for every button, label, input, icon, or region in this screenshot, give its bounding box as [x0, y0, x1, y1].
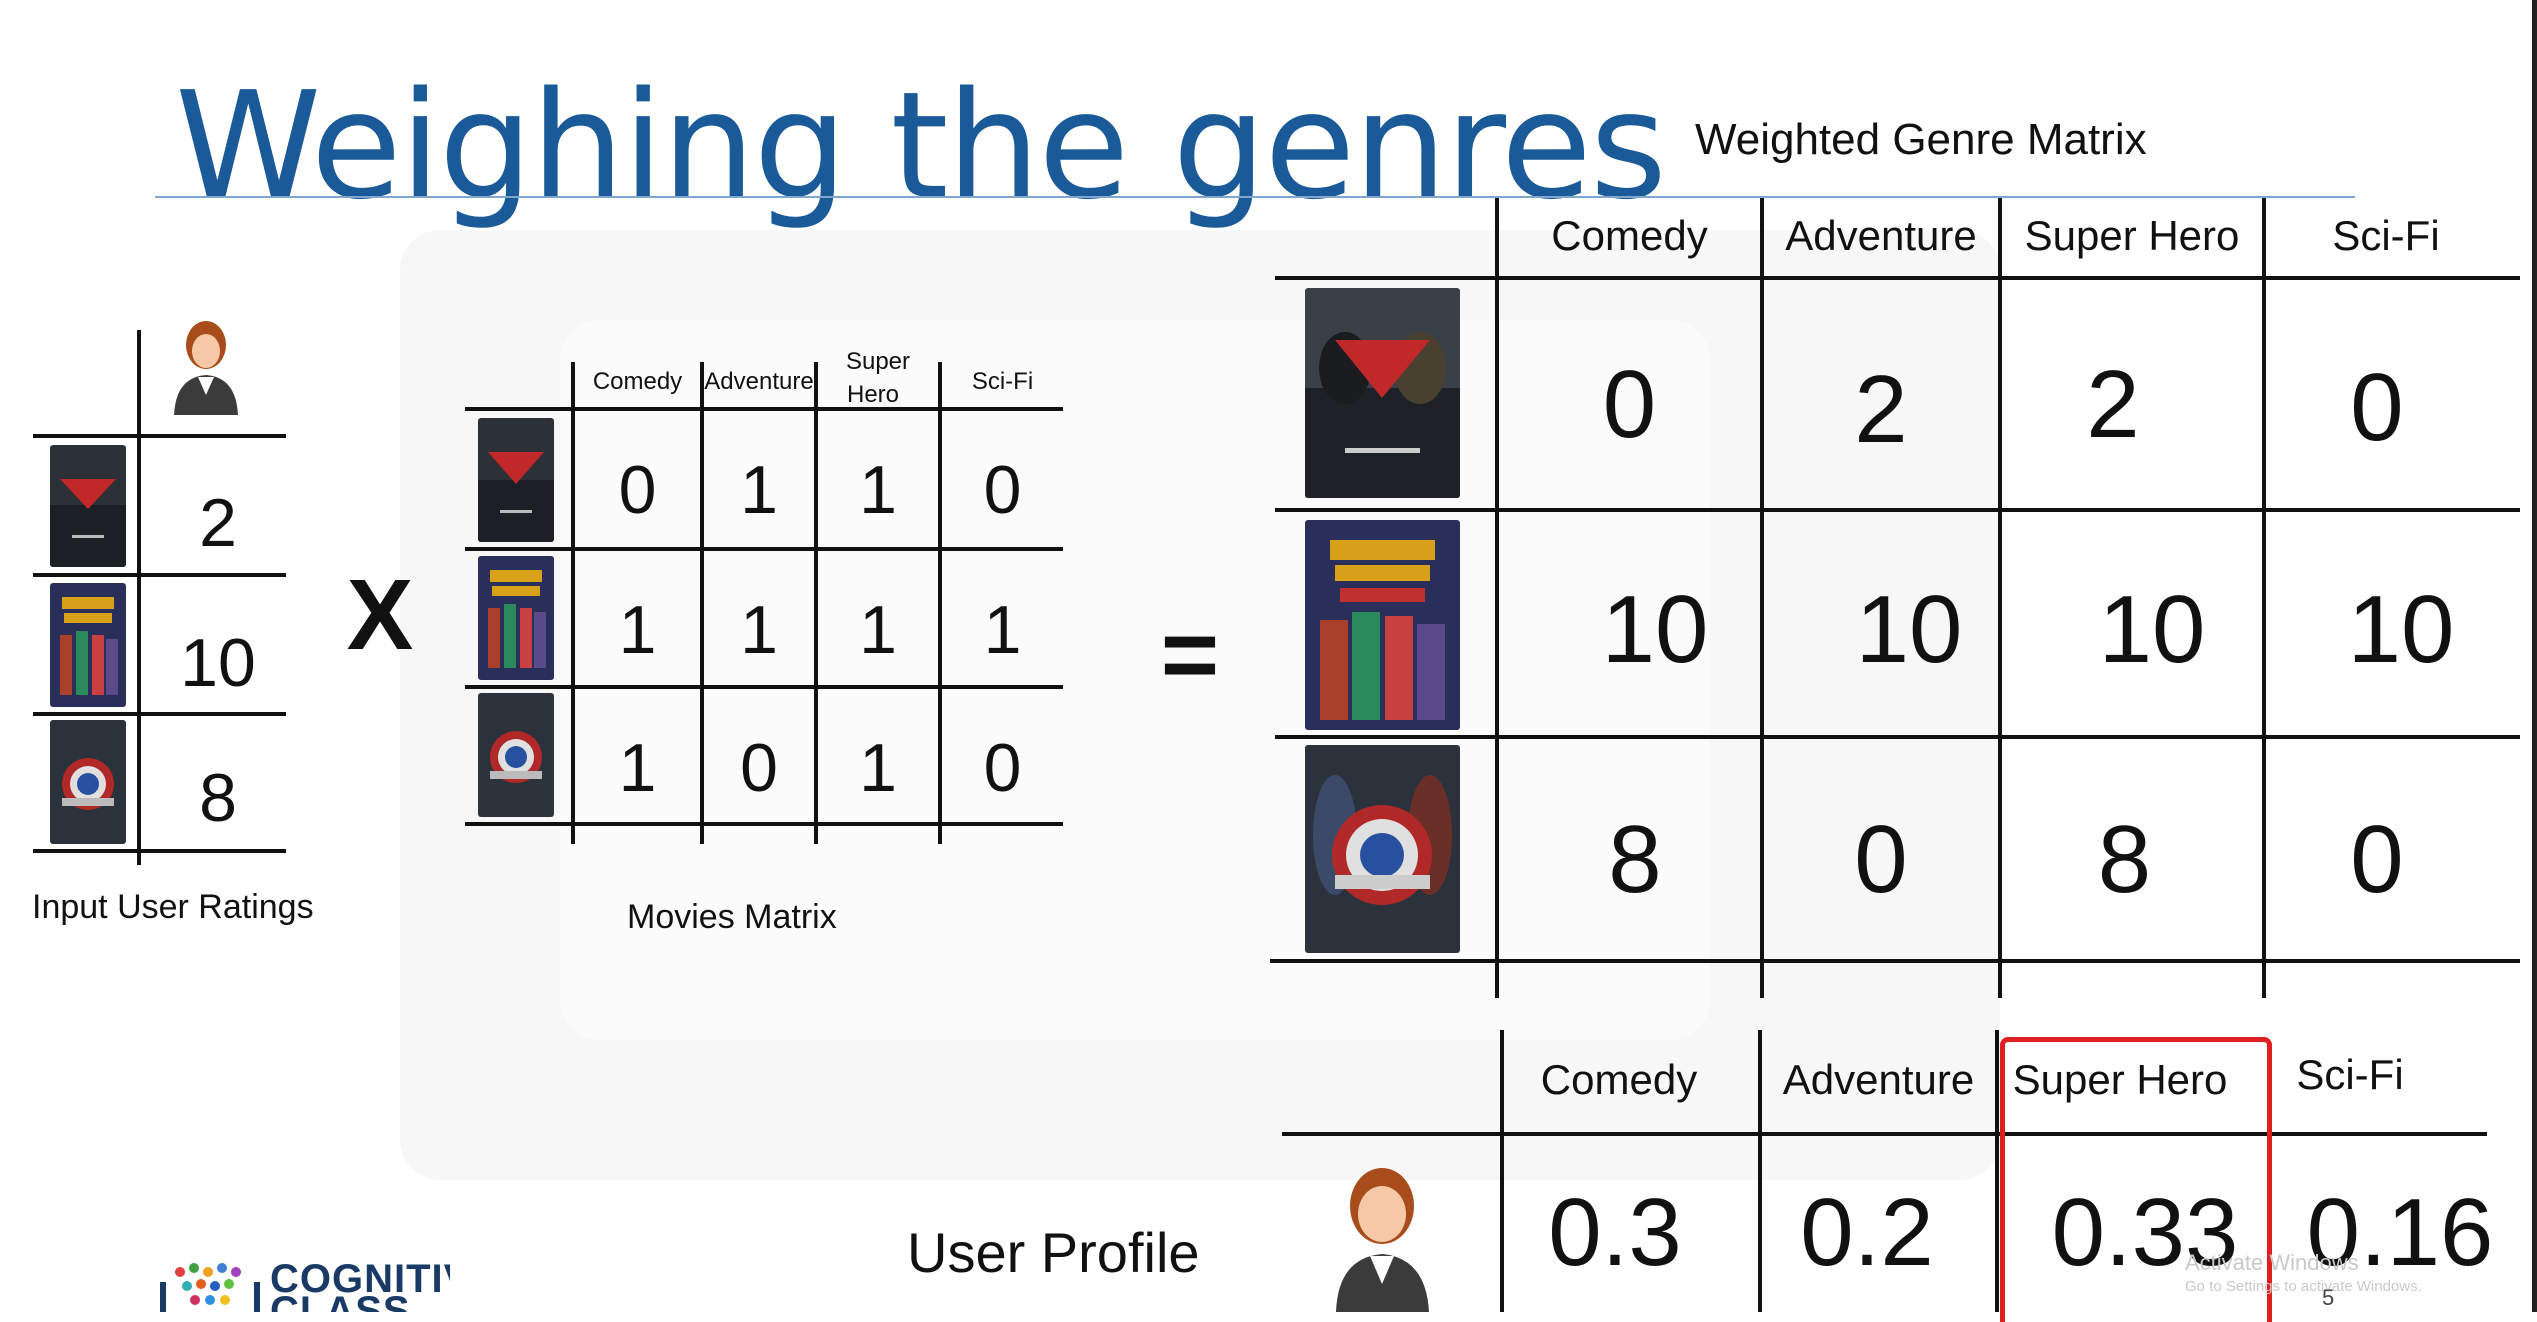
rating-value: 8: [199, 759, 237, 836]
slide-title: Weighing the genres: [175, 60, 1667, 232]
weighted-cell: 10: [2098, 576, 2206, 683]
movies-cell: 1: [859, 452, 897, 528]
weighted-cell: 0: [2350, 806, 2404, 913]
poster-batman-v-superman-icon: [1305, 288, 1460, 498]
logo-line2: CLASS: [270, 1289, 411, 1312]
movies-header-hero: Hero: [846, 381, 900, 408]
movies-cell: 1: [859, 592, 897, 668]
movies-cell: 1: [740, 452, 778, 528]
movies-cell: 1: [740, 592, 778, 668]
page-number: 5: [2322, 1285, 2335, 1310]
movies-header-scifi: Sci-Fi: [971, 368, 1034, 395]
weighted-cell: 2: [1854, 356, 1908, 463]
weighted-cell: 0: [2350, 354, 2404, 461]
weighted-cell: 0: [1602, 351, 1657, 458]
movies-cell: 1: [618, 592, 657, 668]
profile-header-super-hero: Super Hero: [2012, 1056, 2228, 1103]
profile-header-adventure: Adventure: [1782, 1056, 1975, 1103]
poster-batman-v-superman-icon: [50, 445, 126, 567]
user-profile-label: User Profile: [907, 1221, 1200, 1284]
poster-guardians-of-the-galaxy-icon: [50, 583, 126, 707]
right-edge-strip: [2532, 0, 2537, 1312]
movies-cell: 1: [983, 592, 1022, 668]
movies-cell: 1: [618, 730, 657, 806]
equals-symbol: =: [1160, 598, 1220, 711]
profile-header-comedy: Comedy: [1540, 1056, 1698, 1103]
weighted-header-super-hero: Super Hero: [2024, 212, 2240, 259]
weighted-cell: 8: [1608, 806, 1662, 913]
weighted-header-adventure: Adventure: [1785, 212, 1977, 259]
profile-header-scifi: Sci-Fi: [2296, 1051, 2404, 1098]
weighted-cell: 10: [1601, 576, 1709, 683]
poster-captain-america-civil-war-icon: [50, 720, 126, 844]
windows-activation-title: Activate Windows: [2185, 1250, 2359, 1275]
weighted-cell: 2: [2086, 351, 2140, 458]
input-ratings-caption: Input User Ratings: [32, 888, 314, 926]
poster-captain-america-civil-war-icon: [478, 693, 554, 817]
weighted-matrix-title: Weighted Genre Matrix: [1695, 115, 2147, 164]
movies-cell: 1: [859, 730, 897, 806]
cognitive-class-logo-mark-icon: [160, 1263, 260, 1312]
slide: Weighing the genres 2 10 8 Input User Ra…: [0, 0, 2537, 1322]
user-avatar-icon: [170, 315, 242, 415]
movies-header-adventure: Adventure: [704, 368, 814, 395]
weighted-cell: 0: [1854, 806, 1908, 913]
movies-cell: 0: [740, 730, 778, 806]
movies-cell: 0: [983, 730, 1022, 806]
profile-value: 0.3: [1548, 1179, 1682, 1286]
poster-batman-v-superman-icon: [478, 418, 554, 542]
user-profile-avatar-icon: [1330, 1160, 1435, 1312]
poster-captain-america-civil-war-icon: [1305, 745, 1460, 953]
weighted-header-scifi: Sci-Fi: [2332, 212, 2440, 259]
rating-value: 10: [180, 624, 256, 701]
cognitive-class-logo: COGNITIVE CLASS: [160, 1260, 450, 1312]
rating-value: 2: [199, 484, 237, 561]
poster-guardians-of-the-galaxy-icon: [1305, 520, 1460, 730]
windows-activation-subtitle: Go to Settings to activate Windows.: [2185, 1278, 2422, 1295]
weighted-header-comedy: Comedy: [1551, 212, 1708, 259]
multiply-symbol: X: [346, 558, 414, 671]
movies-matrix-caption: Movies Matrix: [627, 898, 837, 936]
poster-guardians-of-the-galaxy-icon: [478, 556, 554, 680]
weighted-cell: 10: [2347, 576, 2455, 683]
movies-cell: 0: [618, 452, 657, 528]
weighted-cell: 8: [2097, 806, 2152, 913]
movies-header-super: Super: [845, 348, 911, 375]
movies-header-comedy: Comedy: [592, 368, 683, 395]
profile-value: 0.2: [1800, 1179, 1934, 1286]
title-rule: [155, 196, 2355, 198]
movies-cell: 0: [983, 452, 1022, 528]
